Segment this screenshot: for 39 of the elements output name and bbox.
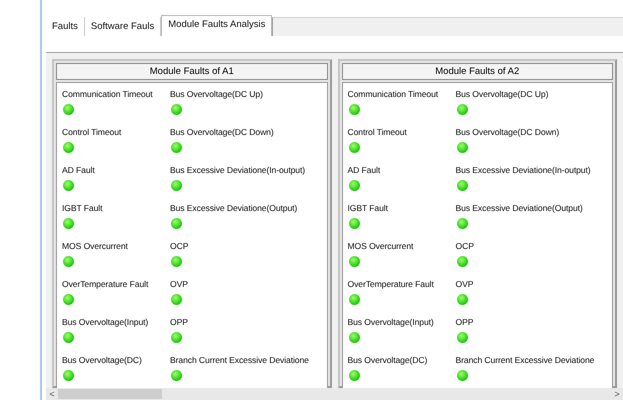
fault-label: Bus Overvoltage(Input) <box>62 317 148 327</box>
fault-label: MOS Overcurrent <box>62 241 128 251</box>
fault-label: OVP <box>456 279 474 289</box>
scroll-right-arrow[interactable]: > <box>611 389 623 399</box>
fault-label: OPP <box>456 317 474 327</box>
fault-label: Communication Timeout <box>348 89 438 99</box>
fault-label: OverTemperature Fault <box>62 279 148 289</box>
panel-title: Module Faults of A2 <box>342 63 613 80</box>
panel-title: Module Faults of A1 <box>56 63 328 80</box>
fault-label: OCP <box>456 241 474 251</box>
horizontal-scrollbar[interactable]: < > <box>46 388 623 400</box>
fault-label: Bus Overvoltage(DC) <box>62 355 142 365</box>
fault-label: Control Timeout <box>348 127 407 137</box>
fault-label: Bus Excessive Deviatione(Output) <box>456 203 583 213</box>
fault-label: Bus Overvoltage(Input) <box>348 317 434 327</box>
fault-label: Control Timeout <box>62 127 122 137</box>
fault-label: IGBT Fault <box>348 203 388 213</box>
fault-label: AD Fault <box>62 165 95 175</box>
fault-label: OVP <box>170 279 188 289</box>
fault-label: OCP <box>170 241 188 251</box>
fault-label: OverTemperature Fault <box>348 279 434 289</box>
fault-label: Branch Current Excessive Deviatione <box>456 355 594 365</box>
fault-label: Bus Overvoltage(DC Up) <box>456 89 548 99</box>
fault-label: Bus Overvoltage(DC) <box>348 355 428 365</box>
fault-label: Bus Overvoltage(DC Down) <box>170 127 274 137</box>
fault-label: Communication Timeout <box>62 89 153 99</box>
fault-label: IGBT Fault <box>62 203 102 213</box>
fault-label: OPP <box>170 317 188 327</box>
fault-label: AD Fault <box>348 165 380 175</box>
tab[interactable]: Module Faults Analysis <box>161 15 272 36</box>
fault-label: Bus Excessive Deviatione(Output) <box>170 203 298 213</box>
fault-label: MOS Overcurrent <box>348 241 414 251</box>
fault-label: Bus Overvoltage(DC Down) <box>456 127 560 137</box>
fault-label: Bus Excessive Deviatione(In-output) <box>456 165 591 175</box>
fault-label: Branch Current Excessive Deviatione <box>170 355 309 365</box>
fault-label: Bus Overvoltage(DC Up) <box>170 89 263 99</box>
tab[interactable]: Faults <box>46 17 85 36</box>
fault-label: Bus Excessive Deviatione(In-output) <box>170 165 306 175</box>
scroll-left-arrow[interactable]: < <box>46 389 58 399</box>
